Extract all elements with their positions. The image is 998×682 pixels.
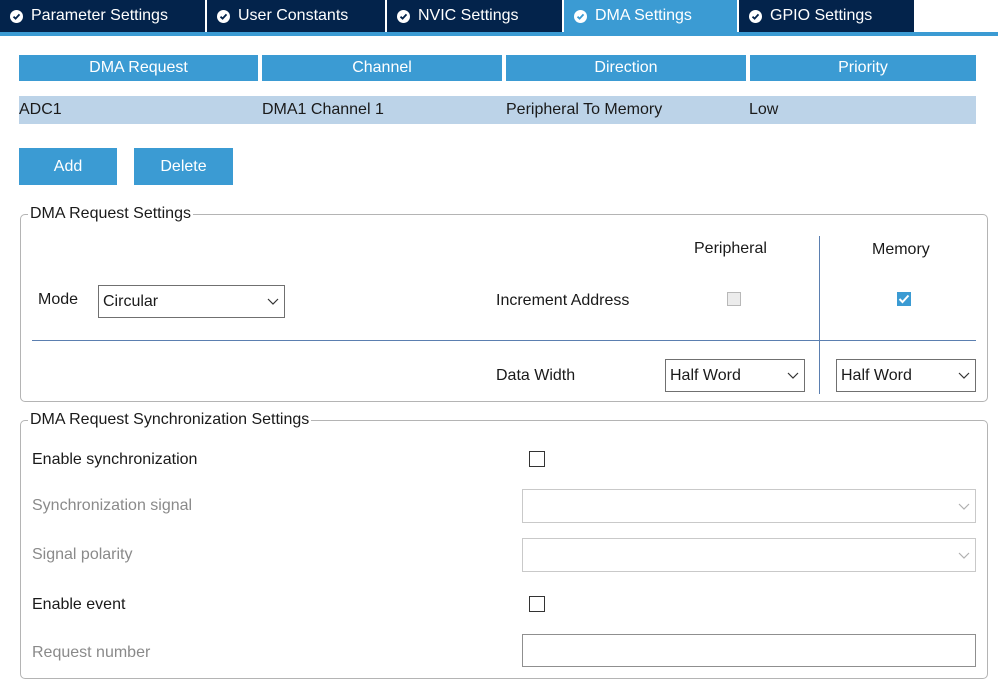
tab-label: Parameter Settings [31, 7, 168, 24]
peripheral-data-width-value: Half Word [670, 366, 741, 384]
mode-label: Mode [38, 291, 79, 308]
table-row[interactable]: ADC1 DMA1 Channel 1 Peripheral To Memory… [19, 96, 976, 124]
tab-underline [0, 32, 998, 36]
mode-value: Circular [103, 292, 159, 310]
chevron-down-icon [953, 372, 975, 379]
enable-event-checkbox[interactable] [529, 596, 545, 612]
request-number-label: Request number [32, 644, 151, 661]
enable-sync-label: Enable synchronization [32, 451, 198, 468]
enable-sync-checkbox[interactable] [529, 451, 545, 467]
column-divider [819, 236, 820, 394]
dma-request-settings-legend: DMA Request Settings [28, 205, 193, 223]
chevron-down-icon [262, 298, 284, 305]
cell-dma-request: ADC1 [19, 101, 62, 118]
mode-select[interactable]: Circular [98, 285, 285, 318]
tab-bar: Parameter Settings User Constants NVIC S… [0, 0, 998, 36]
memory-data-width-select[interactable]: Half Word [836, 359, 976, 392]
cell-direction: Peripheral To Memory [506, 101, 663, 118]
add-button[interactable]: Add [19, 148, 117, 185]
column-header-direction[interactable]: Direction [506, 55, 746, 81]
tab-user-constants[interactable]: User Constants [207, 0, 385, 32]
tab-label: DMA Settings [595, 7, 692, 24]
increment-address-label: Increment Address [496, 292, 630, 309]
signal-polarity-select[interactable] [522, 538, 976, 572]
enable-event-label: Enable event [32, 596, 126, 613]
cell-priority: Low [749, 101, 779, 118]
peripheral-data-width-select[interactable]: Half Word [665, 359, 805, 392]
data-width-label: Data Width [496, 367, 576, 384]
sync-signal-select[interactable] [522, 489, 976, 523]
check-circle-icon [749, 9, 762, 23]
column-header-priority[interactable]: Priority [750, 55, 976, 81]
request-table-header: DMA Request Channel Direction Priority [19, 55, 976, 81]
tab-label: GPIO Settings [770, 7, 873, 24]
cell-channel: DMA1 Channel 1 [262, 101, 384, 118]
request-number-input[interactable] [522, 634, 976, 667]
memory-increment-checkbox[interactable] [897, 292, 911, 306]
signal-polarity-label: Signal polarity [32, 546, 133, 563]
sync-settings-legend: DMA Request Synchronization Settings [28, 411, 312, 429]
tab-gpio-settings[interactable]: GPIO Settings [739, 0, 914, 32]
sync-signal-label: Synchronization signal [32, 497, 193, 514]
memory-header: Memory [872, 241, 930, 258]
check-circle-icon [10, 9, 23, 23]
chevron-down-icon [953, 503, 975, 510]
tab-nvic-settings[interactable]: NVIC Settings [387, 0, 562, 32]
column-header-dma-request[interactable]: DMA Request [19, 55, 258, 81]
section-separator [32, 340, 976, 341]
peripheral-header: Peripheral [694, 240, 767, 257]
chevron-down-icon [782, 372, 804, 379]
delete-button[interactable]: Delete [134, 148, 233, 185]
column-header-channel[interactable]: Channel [262, 55, 502, 81]
tab-dma-settings[interactable]: DMA Settings [564, 0, 737, 32]
checkmark-icon [898, 294, 910, 304]
tab-parameter-settings[interactable]: Parameter Settings [0, 0, 205, 32]
memory-data-width-value: Half Word [841, 366, 912, 384]
peripheral-increment-checkbox[interactable] [727, 292, 741, 306]
check-circle-icon [574, 9, 587, 23]
check-circle-icon [397, 9, 410, 23]
tab-label: NVIC Settings [418, 7, 519, 24]
check-circle-icon [217, 9, 230, 23]
tab-label: User Constants [238, 7, 349, 24]
tabs: Parameter Settings User Constants NVIC S… [0, 0, 916, 32]
chevron-down-icon [953, 552, 975, 559]
